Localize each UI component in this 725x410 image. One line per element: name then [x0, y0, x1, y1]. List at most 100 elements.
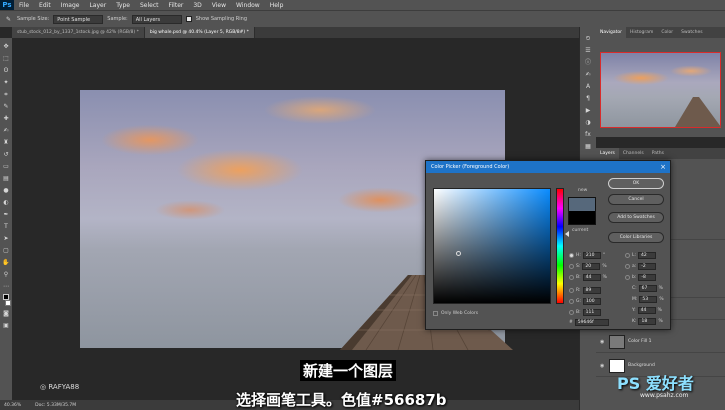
blue-input[interactable]: 111: [582, 309, 601, 316]
styles-panel-icon[interactable]: fx: [584, 131, 592, 139]
history-brush-tool-icon[interactable]: ↺: [2, 150, 11, 159]
show-sampling-ring-checkbox[interactable]: [185, 16, 192, 22]
history-panel-icon[interactable]: ⏲: [584, 35, 592, 43]
only-web-colors-checkbox[interactable]: [433, 311, 438, 316]
tab-big-whale[interactable]: big whale.psd @ 40.4% (Layer 5, RGB/8#) …: [144, 27, 255, 38]
menu-3d[interactable]: 3D: [188, 2, 206, 9]
hue-radio[interactable]: [569, 253, 574, 258]
character-panel-icon[interactable]: A: [584, 83, 592, 91]
sample-size-select[interactable]: Point Sample: [53, 14, 104, 24]
yellow-input[interactable]: 44: [637, 307, 656, 314]
cancel-button[interactable]: Cancel: [608, 194, 664, 205]
move-tool-icon[interactable]: ✥: [2, 42, 11, 51]
screen-mode-icon[interactable]: ▣: [2, 321, 11, 330]
crop-tool-icon[interactable]: ⌗: [2, 90, 11, 99]
only-web-colors-option[interactable]: Only Web Colors: [433, 311, 478, 316]
adjustments-panel-icon[interactable]: ◑: [584, 119, 592, 127]
more-tools-icon[interactable]: ⋯: [2, 282, 11, 291]
properties-panel-icon[interactable]: ☰: [584, 47, 592, 55]
zoom-level[interactable]: 40.36%: [4, 403, 21, 408]
dodge-tool-icon[interactable]: ◐: [2, 198, 11, 207]
ok-button[interactable]: OK: [608, 178, 664, 189]
lasso-tool-icon[interactable]: ʘ: [2, 66, 11, 75]
sample-select[interactable]: All Layers: [131, 14, 182, 24]
eyedropper-icon[interactable]: ✎: [4, 15, 13, 24]
menu-window[interactable]: Window: [231, 2, 265, 9]
saturation-input[interactable]: 20: [582, 263, 601, 270]
menu-layer[interactable]: Layer: [84, 2, 111, 9]
tab-swatches[interactable]: Swatches: [677, 27, 707, 38]
saturation-radio[interactable]: [569, 264, 574, 269]
color-field-cursor[interactable]: [456, 251, 461, 256]
visibility-eye-icon[interactable]: ◉: [600, 339, 606, 345]
lightness-radio[interactable]: [625, 253, 630, 258]
brush-tool-icon[interactable]: ✍: [2, 126, 11, 135]
tab-navigator[interactable]: Navigator: [596, 27, 627, 38]
black-input[interactable]: 18: [638, 318, 657, 325]
shape-tool-icon[interactable]: ▢: [2, 246, 11, 255]
hue-slider[interactable]: [556, 188, 564, 304]
tab-channels[interactable]: Channels: [619, 148, 648, 159]
actions-panel-icon[interactable]: ▶: [584, 107, 592, 115]
quick-select-tool-icon[interactable]: ✦: [2, 78, 11, 87]
pen-tool-icon[interactable]: ✒: [2, 210, 11, 219]
b-channel-radio[interactable]: [625, 275, 630, 280]
blur-tool-icon[interactable]: ●: [2, 186, 11, 195]
gradient-tool-icon[interactable]: ▤: [2, 174, 11, 183]
lightness-input[interactable]: 42: [638, 252, 657, 259]
marquee-tool-icon[interactable]: ⬚: [2, 54, 11, 63]
navigator-thumbnail[interactable]: [600, 52, 721, 128]
dialog-title-bar[interactable]: Color Picker (Foreground Color) ×: [426, 161, 670, 173]
add-to-swatches-button[interactable]: Add to Swatches: [608, 212, 664, 223]
layer-row[interactable]: ◉ Color Fill 1: [596, 331, 725, 353]
hex-input[interactable]: 59646f: [574, 319, 609, 326]
tab-stock-photo[interactable]: stub_stock_012_by_1337_1stock.jpg @ 42% …: [12, 27, 145, 38]
foreground-color-swatch[interactable]: [3, 294, 9, 300]
libraries-panel-icon[interactable]: ▦: [584, 143, 592, 151]
menu-image[interactable]: Image: [56, 2, 85, 9]
menu-select[interactable]: Select: [135, 2, 164, 9]
blue-radio[interactable]: [569, 310, 574, 315]
healing-brush-tool-icon[interactable]: ✚: [2, 114, 11, 123]
visibility-eye-icon[interactable]: ◉: [600, 363, 606, 369]
tab-paths[interactable]: Paths: [648, 148, 668, 159]
magenta-input[interactable]: 53: [639, 296, 658, 303]
hue-input[interactable]: 210: [582, 252, 601, 259]
hand-tool-icon[interactable]: ✋: [2, 258, 11, 267]
background-color-swatch[interactable]: [5, 300, 11, 306]
red-input[interactable]: 89: [582, 287, 601, 294]
menu-type[interactable]: Type: [111, 2, 135, 9]
a-channel-input[interactable]: -2: [638, 263, 657, 270]
current-color-swatch[interactable]: [568, 211, 596, 225]
cyan-input[interactable]: 67: [638, 285, 657, 292]
b-channel-input[interactable]: -8: [638, 274, 657, 281]
eyedropper-tool-icon[interactable]: ✎: [2, 102, 11, 111]
brightness-input[interactable]: 44: [582, 274, 601, 281]
stamp-tool-icon[interactable]: ♜: [2, 138, 11, 147]
menu-edit[interactable]: Edit: [34, 2, 56, 9]
hue-slider-handle[interactable]: [565, 231, 569, 237]
menu-view[interactable]: View: [207, 2, 231, 9]
menu-filter[interactable]: Filter: [164, 2, 189, 9]
a-channel-radio[interactable]: [625, 264, 630, 269]
red-radio[interactable]: [569, 288, 574, 293]
tab-layers[interactable]: Layers: [596, 148, 619, 159]
path-select-tool-icon[interactable]: ➤: [2, 234, 11, 243]
menu-help[interactable]: Help: [265, 2, 289, 9]
paragraph-panel-icon[interactable]: ¶: [584, 95, 592, 103]
menu-file[interactable]: File: [14, 2, 34, 9]
eraser-tool-icon[interactable]: ▭: [2, 162, 11, 171]
brush-panel-icon[interactable]: ✍: [584, 71, 592, 79]
color-libraries-button[interactable]: Color Libraries: [608, 232, 664, 243]
brightness-radio[interactable]: [569, 275, 574, 280]
quick-mask-icon[interactable]: ◙: [2, 309, 11, 318]
type-tool-icon[interactable]: T: [2, 222, 11, 231]
tab-histogram[interactable]: Histogram: [626, 27, 657, 38]
green-radio[interactable]: [569, 299, 574, 304]
zoom-tool-icon[interactable]: ⚲: [2, 270, 11, 279]
info-panel-icon[interactable]: ⓘ: [584, 59, 592, 67]
close-icon[interactable]: ×: [660, 161, 666, 173]
color-field[interactable]: [433, 188, 551, 304]
tab-color[interactable]: Color: [657, 27, 677, 38]
green-input[interactable]: 100: [583, 298, 602, 305]
